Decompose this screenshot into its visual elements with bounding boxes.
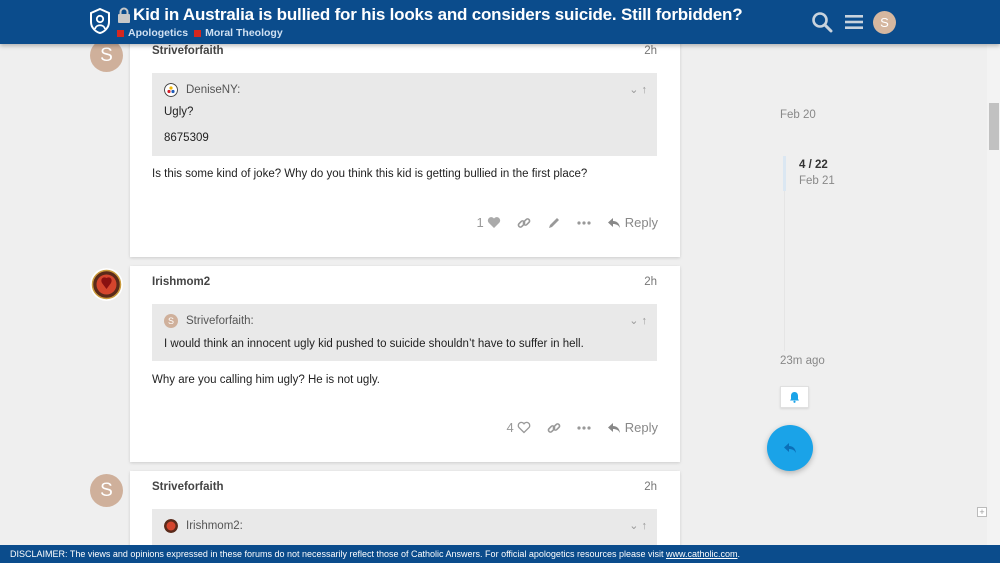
- disclaimer-text: DISCLAIMER: The views and opinions expre…: [10, 549, 666, 559]
- post-username[interactable]: Striveforfaith: [152, 481, 224, 493]
- category-badge-moral-theology[interactable]: Moral Theology: [194, 27, 283, 39]
- site-logo-icon[interactable]: [90, 8, 110, 34]
- quote-author: DeniseNY:: [186, 84, 241, 96]
- site-header: Kid in Australia is bullied for his look…: [0, 0, 1000, 44]
- reply-icon: [607, 422, 620, 433]
- post-card: Irishmom2 2h S Striveforfaith: ⌄ ↑ I wou…: [130, 266, 680, 462]
- timeline-handle[interactable]: [783, 156, 786, 191]
- quote-controls[interactable]: ⌄ ↑: [629, 83, 647, 96]
- like-button[interactable]: 1: [477, 215, 501, 230]
- reply-fab-button[interactable]: [767, 425, 813, 471]
- post-username[interactable]: Irishmom2: [152, 276, 210, 288]
- category-label: Apologetics: [128, 27, 189, 39]
- quote-author: Irishmom2:: [186, 520, 243, 532]
- timeline-end-date[interactable]: 23m ago: [780, 355, 825, 367]
- page-scrollbar-thumb[interactable]: [989, 103, 999, 150]
- arrow-up-icon[interactable]: ↑: [642, 84, 648, 96]
- reply-icon: [607, 217, 620, 228]
- post-card: Striveforfaith 2h DeniseNY: ⌄ ↑ Ugly? 86…: [130, 40, 680, 257]
- quote-text: I would think an innocent ugly kid pushe…: [164, 338, 584, 350]
- timeline-position: 4 / 22: [799, 159, 828, 171]
- timeline-track[interactable]: [784, 191, 785, 351]
- heart-icon: [487, 217, 500, 228]
- quote-header: S Striveforfaith:: [164, 314, 254, 328]
- post-actions: 1 Reply: [477, 215, 658, 230]
- timeline-position-date: Feb 21: [799, 175, 835, 187]
- quote-author-avatar: S: [164, 314, 178, 328]
- disclaimer-bar: DISCLAIMER: The views and opinions expre…: [0, 545, 1000, 563]
- category-label: Moral Theology: [205, 27, 283, 39]
- link-icon[interactable]: [517, 216, 531, 230]
- quote-author: Striveforfaith:: [186, 315, 254, 327]
- chevron-down-icon[interactable]: ⌄: [629, 315, 638, 327]
- quote-author-avatar: [164, 83, 178, 97]
- heart-icon: [517, 421, 531, 434]
- reply-button[interactable]: Reply: [607, 420, 658, 435]
- quote-block: DeniseNY: ⌄ ↑ Ugly? 8675309: [152, 73, 657, 156]
- expand-icon[interactable]: +: [977, 507, 987, 517]
- topic-title-row: Kid in Australia is bullied for his look…: [117, 5, 743, 25]
- quote-block: S Striveforfaith: ⌄ ↑ I would think an i…: [152, 304, 657, 361]
- lock-icon: [118, 7, 130, 23]
- arrow-up-icon[interactable]: ↑: [642, 315, 648, 327]
- quote-controls[interactable]: ⌄ ↑: [629, 314, 647, 327]
- reply-label: Reply: [624, 215, 658, 230]
- disclaimer-link[interactable]: www.catholic.com: [666, 549, 738, 559]
- chevron-down-icon[interactable]: ⌄: [629, 520, 638, 532]
- disclaimer-suffix: .: [737, 549, 741, 559]
- reply-label: Reply: [624, 420, 658, 435]
- post-date[interactable]: 2h: [644, 276, 657, 288]
- reply-icon: [784, 443, 796, 453]
- like-button[interactable]: 4: [507, 420, 531, 435]
- link-icon[interactable]: [547, 421, 561, 435]
- more-icon[interactable]: [577, 220, 591, 226]
- pencil-icon[interactable]: [547, 216, 561, 230]
- post-date[interactable]: 2h: [644, 481, 657, 493]
- avatar[interactable]: [90, 268, 123, 301]
- category-badge-apologetics[interactable]: Apologetics: [117, 27, 188, 39]
- search-icon[interactable]: [811, 11, 833, 33]
- quote-header: DeniseNY:: [164, 83, 240, 97]
- like-count: 4: [506, 420, 514, 435]
- quote-text: 8675309: [164, 132, 209, 144]
- post-username[interactable]: Striveforfaith: [152, 45, 224, 57]
- category-list: Apologetics Moral Theology: [117, 27, 283, 39]
- arrow-up-icon[interactable]: ↑: [642, 520, 648, 532]
- post-body: Why are you calling him ugly? He is not …: [152, 374, 380, 386]
- post-body: Is this some kind of joke? Why do you th…: [152, 168, 588, 180]
- like-count: 1: [476, 215, 484, 230]
- quote-text: Ugly?: [164, 106, 194, 118]
- chevron-down-icon[interactable]: ⌄: [629, 84, 638, 96]
- category-color-swatch: [194, 29, 202, 37]
- timeline-start-date[interactable]: Feb 20: [780, 109, 816, 121]
- post-date[interactable]: 2h: [644, 45, 657, 57]
- current-user-avatar[interactable]: S: [873, 11, 896, 34]
- reply-button[interactable]: Reply: [607, 215, 658, 230]
- post-actions: 4 Reply: [507, 420, 658, 435]
- quote-controls[interactable]: ⌄ ↑: [629, 519, 647, 532]
- topic-title[interactable]: Kid in Australia is bullied for his look…: [133, 5, 743, 25]
- post-card: Striveforfaith 2h Irishmom2: ⌄ ↑: [130, 471, 680, 551]
- more-icon[interactable]: [577, 425, 591, 431]
- notification-button[interactable]: [780, 386, 809, 408]
- quote-header: Irishmom2:: [164, 519, 243, 533]
- avatar[interactable]: S: [90, 474, 123, 507]
- hamburger-menu-icon[interactable]: [843, 11, 865, 33]
- bell-icon: [790, 392, 799, 403]
- category-color-swatch: [117, 29, 124, 37]
- quote-author-avatar: [164, 519, 178, 533]
